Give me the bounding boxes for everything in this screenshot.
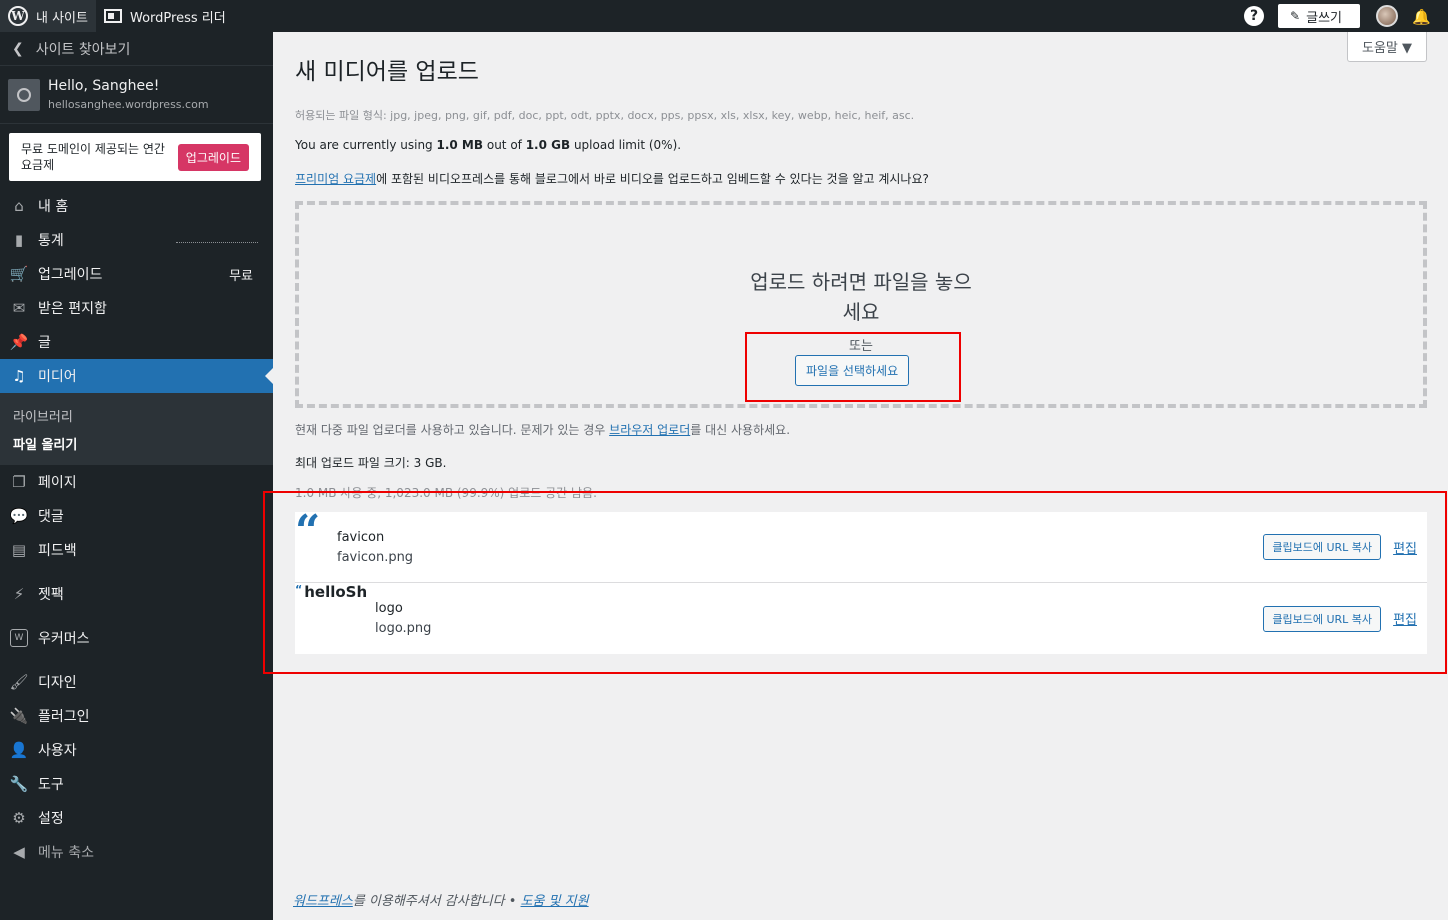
sidebar-item-label: 댓글 [38, 509, 64, 525]
pages-icon: ❐ [12, 473, 26, 491]
upgrade-nudge[interactable]: 무료 도메인이 제공되는 연간 요금제 업그레이드 [9, 133, 261, 181]
browse-sites-link[interactable]: ❮ 사이트 찾아보기 [0, 32, 273, 66]
upgrade-button[interactable]: 업그레이드 [177, 143, 249, 171]
stats-sparkline [176, 242, 258, 243]
wrench-icon: 🔧 [9, 775, 29, 793]
sidebar-item-label: 사용자 [38, 743, 77, 759]
sidebar-item-label: 미디어 [38, 369, 77, 385]
sidebar-item-inbox[interactable]: ✉ 받은 편지함 [0, 291, 273, 325]
site-url: hellosanghee.wordpress.com [48, 98, 209, 111]
plan-badge: 무료 [229, 268, 253, 284]
sidebar-item-comments[interactable]: 💬 댓글 [0, 499, 273, 533]
sidebar-item-tools[interactable]: 🔧 도구 [0, 767, 273, 801]
sidebar-item-plugins[interactable]: 🔌 플러그인 [0, 699, 273, 733]
help-tab-button[interactable]: 도움말 ▼ [1346, 32, 1427, 62]
sidebar-item-label: 디자인 [38, 675, 77, 691]
wordpress-logo-icon: W [8, 6, 28, 26]
plugin-icon: 🔌 [9, 707, 29, 725]
sidebar-item-appearance[interactable]: 🖌 디자인 [0, 665, 273, 699]
media-icon: ♫ [12, 367, 26, 385]
sidebar-item-users[interactable]: 👤 사용자 [0, 733, 273, 767]
media-submenu: 라이브러리 파일 올리기 [0, 393, 273, 465]
write-button[interactable]: ✎ 글쓰기 [1278, 4, 1360, 28]
sidebar-item-posts[interactable]: 📌 글 [0, 325, 273, 359]
collapse-menu-button[interactable]: ◀ 메뉴 축소 [0, 835, 273, 869]
feedback-icon: ▤ [11, 541, 27, 559]
allowed-file-types: 허용되는 파일 형식: jpg, jpeg, png, gif, pdf, do… [295, 109, 915, 122]
sidebar-item-label: 내 홈 [38, 199, 69, 215]
site-name: Hello, Sanghee! [48, 78, 160, 94]
main-content: 도움말 ▼ 새 미디어를 업로드 허용되는 파일 형식: jpg, jpeg, … [263, 32, 1448, 920]
help-icon[interactable]: ? [1244, 6, 1265, 26]
submenu-add-new[interactable]: 파일 올리기 [0, 429, 273, 457]
sidebar-item-label: 글 [38, 335, 51, 351]
sidebar: ❮ 사이트 찾아보기 Hello, Sanghee! hellosanghee.… [0, 32, 273, 920]
premium-plan-link[interactable]: 프리미엄 요금제 [295, 172, 376, 186]
reader-label: WordPress 리더 [129, 10, 226, 26]
drop-instructions: 업로드 하려면 파일을 놓으 세요 [750, 270, 972, 324]
sidebar-item-label: 설정 [38, 811, 64, 827]
sidebar-item-media[interactable]: ♫ 미디어 [0, 359, 273, 393]
sidebar-item-settings[interactable]: ⚙ 설정 [0, 801, 273, 835]
wordpress-link[interactable]: 워드프레스 [293, 894, 353, 909]
pen-icon: ✎ [1290, 9, 1301, 23]
sidebar-item-feedback[interactable]: ▤ 피드백 [0, 533, 273, 567]
sidebar-item-home[interactable]: ⌂ 내 홈 [0, 189, 273, 223]
sidebar-item-label: 메뉴 축소 [38, 845, 94, 861]
max-upload-size: 최대 업로드 파일 크기: 3 GB. [295, 456, 447, 470]
browser-uploader-link[interactable]: 브라우저 업로더 [609, 423, 690, 437]
write-label: 글쓰기 [1306, 10, 1342, 26]
reader-icon [103, 9, 122, 23]
videopress-promo: 프리미엄 요금제에 포함된 비디오프레스를 통해 블로그에서 바로 비디오를 업… [295, 172, 929, 186]
comment-icon: 💬 [9, 507, 29, 525]
jetpack-icon: ⚡ [13, 585, 25, 603]
cart-icon: 🛒 [9, 265, 29, 283]
my-site-menu[interactable]: W 내 사이트 [0, 0, 96, 32]
sidebar-item-label: 도구 [38, 777, 64, 793]
avatar[interactable] [1376, 5, 1398, 27]
home-icon: ⌂ [14, 197, 24, 215]
multi-uploader-note: 현재 다중 파일 업로더를 사용하고 있습니다. 문제가 있는 경우 브라우저 … [295, 423, 791, 437]
collapse-icon: ◀ [13, 843, 25, 861]
sidebar-item-label: 업그레이드 [38, 267, 103, 283]
sidebar-item-label: 페이지 [38, 475, 77, 491]
submenu-library[interactable]: 라이브러리 [0, 401, 273, 429]
highlight-box-media [263, 491, 1447, 674]
sidebar-item-woocommerce[interactable]: W 우커머스 [0, 621, 273, 655]
pin-icon: 📌 [9, 333, 29, 351]
my-site-label: 내 사이트 [36, 10, 88, 26]
brush-icon: 🖌 [9, 673, 29, 691]
upload-usage: You are currently using 1.0 MB out of 1.… [295, 138, 682, 152]
globe-icon [8, 78, 40, 111]
sidebar-item-label: 우커머스 [38, 631, 90, 647]
mail-icon: ✉ [12, 299, 26, 317]
sidebar-item-label: 통계 [38, 233, 64, 249]
sidebar-item-label: 플러그인 [38, 709, 90, 725]
reader-menu[interactable]: WordPress 리더 [96, 0, 234, 32]
site-card[interactable]: Hello, Sanghee! hellosanghee.wordpress.c… [0, 66, 273, 124]
sidebar-item-label: 피드백 [38, 543, 77, 559]
sidebar-item-label: 젯팩 [38, 587, 64, 603]
sidebar-item-pages[interactable]: ❐ 페이지 [0, 465, 273, 499]
sidebar-item-label: 받은 편지함 [38, 301, 107, 317]
help-support-link[interactable]: 도움 및 지원 [521, 894, 589, 909]
admin-topbar: W 내 사이트 WordPress 리더 ? ✎ 글쓰기 🔔 [0, 0, 1448, 32]
highlight-box-select [745, 332, 961, 402]
woo-icon: W [10, 629, 28, 647]
browse-sites-label: 사이트 찾아보기 [35, 41, 131, 58]
notifications-icon[interactable]: 🔔 [1412, 8, 1431, 26]
stats-icon: ▮ [14, 231, 24, 249]
footer-credit: 워드프레스를 이용해주셔서 감사합니다 • 도움 및 지원 [293, 894, 589, 909]
upgrade-nudge-text: 무료 도메인이 제공되는 연간 요금제 [21, 142, 165, 172]
user-icon: 👤 [9, 741, 29, 759]
settings-icon: ⚙ [12, 809, 26, 827]
sidebar-item-upgrades[interactable]: 🛒 업그레이드 무료 [0, 257, 273, 291]
chevron-left-icon: ❮ [12, 40, 24, 57]
page-title: 새 미디어를 업로드 [295, 59, 479, 85]
sidebar-item-stats[interactable]: ▮ 통계 [0, 223, 273, 257]
sidebar-item-jetpack[interactable]: ⚡ 젯팩 [0, 577, 273, 611]
